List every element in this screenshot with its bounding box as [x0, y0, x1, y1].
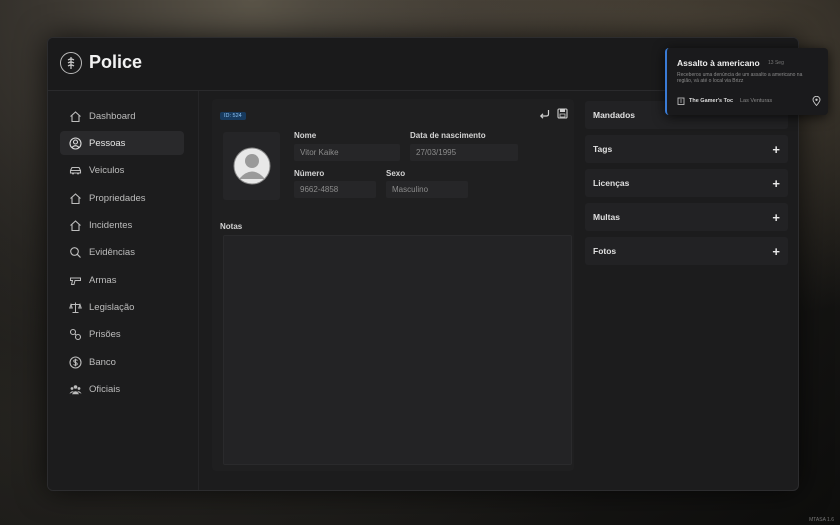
plus-icon[interactable]: +: [772, 176, 780, 191]
id-badge: ID: 524: [220, 112, 246, 120]
number-field[interactable]: 9662-4858: [294, 181, 376, 198]
sidebar-item-incidentes[interactable]: Incidentes: [60, 213, 184, 237]
sidebar-item-pessoas[interactable]: Pessoas: [60, 131, 184, 155]
undo-icon[interactable]: [539, 108, 550, 119]
sidebar-item-label: Dashboard: [89, 110, 136, 122]
notification-title: Assalto à americano: [677, 58, 760, 68]
location-pin-icon[interactable]: [812, 96, 821, 106]
save-icon[interactable]: [557, 108, 568, 119]
sidebar-item-label: Veiculos: [89, 164, 125, 176]
section-fotos[interactable]: Fotos +: [585, 237, 788, 265]
group-icon: [68, 382, 82, 396]
plus-icon[interactable]: +: [772, 142, 780, 157]
sidebar-item-label: Propriedades: [89, 192, 146, 204]
gun-icon: [68, 273, 82, 287]
sidebar-item-label: Oficiais: [89, 383, 121, 395]
user-circle-icon: [68, 136, 82, 150]
section-multas[interactable]: Multas +: [585, 203, 788, 231]
sidebar-item-oficiais[interactable]: Oficiais: [60, 377, 184, 401]
sidebar-item-evidencias[interactable]: Evidências: [60, 240, 184, 264]
sidebar: Dashboard Pessoas Veiculos Propriedades …: [48, 91, 199, 490]
number-label: Número: [294, 169, 325, 178]
sex-field[interactable]: Masculino: [386, 181, 468, 198]
plus-icon[interactable]: +: [772, 210, 780, 225]
scale-icon: [68, 300, 82, 314]
notification-place: The Gamer's Toc: [689, 98, 733, 104]
section-label: Multas: [593, 212, 620, 222]
notification-area: Las Venturas: [740, 98, 773, 104]
building-icon: [677, 97, 685, 105]
plus-icon[interactable]: +: [772, 244, 780, 259]
police-badge-icon: [60, 52, 82, 74]
notes-label: Notas: [220, 222, 243, 231]
main-content: ID: 524 Nome Vitor Kaike Data de nascime…: [200, 91, 580, 490]
house-icon: [68, 109, 82, 123]
sidebar-item-legislacao[interactable]: Legislação: [60, 295, 184, 319]
link-icon: [68, 327, 82, 341]
sidebar-item-label: Armas: [89, 274, 117, 286]
section-licencas[interactable]: Licenças +: [585, 169, 788, 197]
sidebar-item-veiculos[interactable]: Veiculos: [60, 158, 184, 182]
notification-toast[interactable]: Assalto à americano 13 Seg Receberos uma…: [665, 48, 828, 115]
sidebar-item-banco[interactable]: Banco: [60, 350, 184, 374]
name-field[interactable]: Vitor Kaike: [294, 144, 400, 161]
sidebar-item-label: Evidências: [89, 246, 135, 258]
sidebar-item-propriedades[interactable]: Propriedades: [60, 186, 184, 210]
section-label: Tags: [593, 144, 613, 154]
version-label: MTASA 1.6: [809, 517, 834, 523]
person-placeholder-icon: [233, 147, 270, 185]
house-icon: [68, 218, 82, 232]
avatar[interactable]: [223, 132, 280, 200]
car-icon: [68, 163, 82, 177]
app-title: Police: [89, 52, 143, 72]
house-icon: [68, 191, 82, 205]
section-label: Licenças: [593, 178, 630, 188]
dob-field[interactable]: 27/03/1995: [410, 144, 518, 161]
name-label: Nome: [294, 131, 317, 140]
section-label: Mandados: [593, 110, 636, 120]
dob-label: Data de nascimento: [410, 131, 486, 140]
dollar-icon: [68, 355, 82, 369]
person-card: ID: 524 Nome Vitor Kaike Data de nascime…: [212, 99, 574, 471]
sidebar-item-label: Legislação: [89, 301, 135, 313]
sidebar-item-dashboard[interactable]: Dashboard: [60, 104, 184, 128]
sidebar-item-label: Incidentes: [89, 219, 133, 231]
notification-time: 13 Seg: [768, 60, 784, 66]
sex-label: Sexo: [386, 169, 406, 178]
sidebar-item-armas[interactable]: Armas: [60, 268, 184, 292]
sidebar-item-label: Prisões: [89, 328, 121, 340]
section-tags[interactable]: Tags +: [585, 135, 788, 163]
section-label: Fotos: [593, 246, 617, 256]
notes-textarea[interactable]: [223, 235, 572, 465]
sidebar-item-prisoes[interactable]: Prisões: [60, 322, 184, 346]
sidebar-item-label: Pessoas: [89, 137, 126, 149]
search-icon: [68, 245, 82, 259]
sidebar-item-label: Banco: [89, 356, 116, 368]
notification-body: Receberos uma denúncia de um assalto a a…: [677, 72, 803, 84]
